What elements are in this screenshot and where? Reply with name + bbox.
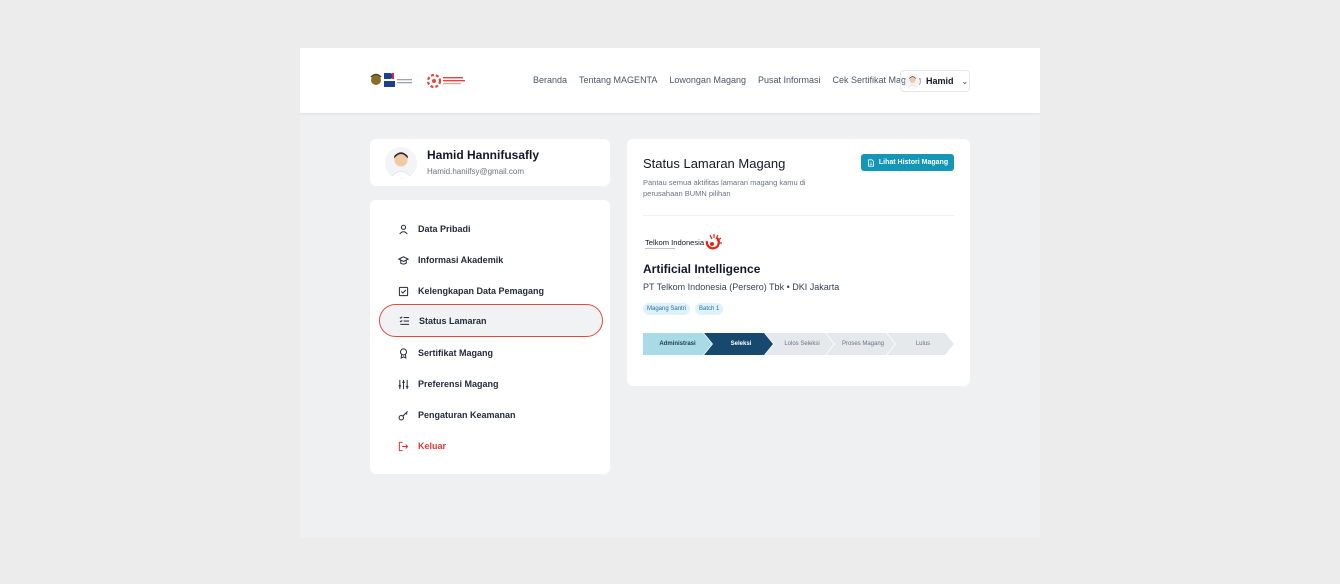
tag-program: Magang Santri [643,303,691,315]
sidebar-item-keluar[interactable]: Keluar [386,432,596,460]
sidebar-item-label: Data Pribadi [418,224,471,234]
sidebar-item-kelengkapan-data[interactable]: Kelengkapan Data Pemagang [386,277,596,305]
nav-link-lowongan-magang[interactable]: Lowongan Magang [669,75,746,85]
sidebar-menu: Data Pribadi Informasi Akademik Kelengka… [370,200,610,474]
step-lulus: Lulus [915,341,931,347]
divider [643,215,954,216]
company-location: PT Telkom Indonesia (Persero) Tbk • DKI … [643,282,840,292]
svg-text:Telkom Indonesia: Telkom Indonesia [645,238,705,247]
checkbox-icon [398,286,409,296]
status-lamaran-card: Status Lamaran Magang Pantau semua aktif… [627,139,970,386]
bumn-logo[interactable] [370,70,414,90]
award-icon [399,347,408,359]
step-seleksi: Seleksi [730,341,752,347]
top-navbar: Beranda Tentang MAGENTA Lowongan Magang … [300,48,1040,114]
sidebar-item-informasi-akademik[interactable]: Informasi Akademik [386,246,596,274]
user-name: Hamid [926,76,954,86]
nav-links: Beranda Tentang MAGENTA Lowongan Magang … [533,75,921,85]
sidebar-item-status-lamaran[interactable]: Status Lamaran [379,304,603,337]
job-title: Artificial Intelligence [643,262,761,276]
sidebar-item-label: Sertifikat Magang [418,348,494,358]
tag-batch: Batch 1 [695,303,724,315]
history-button-label: Lihat Histori Magang [878,159,949,166]
app-frame: Beranda Tentang MAGENTA Lowongan Magang … [300,48,1040,538]
tag-list: Magang Santri Batch 1 [643,303,724,315]
page-title: Status Lamaran Magang [643,156,786,171]
logout-icon [398,441,409,451]
profile-avatar [385,147,417,179]
document-icon [868,158,874,167]
status-stepper: Administrasi Seleksi Lolos Seleksi Prose… [643,333,954,355]
sidebar-item-label: Status Lamaran [419,315,487,326]
user-menu-dropdown[interactable]: Hamid ⌄ [900,70,970,92]
avatar [905,73,920,89]
step-proses-magang: Proses Magang [841,341,885,347]
sliders-icon [398,379,409,389]
sidebar-item-data-pribadi[interactable]: Data Pribadi [386,215,596,243]
sidebar-item-preferensi-magang[interactable]: Preferensi Magang [386,370,596,398]
chevron-down-icon: ⌄ [961,76,969,86]
sidebar-item-pengaturan-keamanan[interactable]: Pengaturan Keamanan [386,401,596,429]
sidebar-item-sertifikat-magang[interactable]: Sertifikat Magang [386,339,596,367]
list-check-icon [399,316,410,325]
user-icon [399,224,408,234]
profile-card: Hamid Hannifusafly Hamid.haniifsy@gmail.… [370,139,610,186]
step-administrasi: Administrasi [659,341,696,347]
sidebar-item-label: Kelengkapan Data Pemagang [418,286,545,296]
page-description: Pantau semua aktifitas lamaran magang ka… [643,178,806,198]
graduation-cap-icon [398,255,409,265]
sidebar-item-label: Preferensi Magang [418,379,499,389]
sidebar-item-label: Pengaturan Keamanan [418,410,516,420]
step-lolos-seleksi: Lolos Seleksi [784,341,820,347]
nav-link-beranda[interactable]: Beranda [533,75,567,85]
telkom-indonesia-logo: Telkom Indonesia [645,234,722,250]
key-icon [398,410,408,420]
sidebar-item-label: Informasi Akademik [418,255,504,265]
fhci-logo[interactable] [426,68,468,94]
history-button[interactable]: Lihat Histori Magang [861,154,954,171]
profile-name: Hamid Hannifusafly [427,148,540,162]
nav-link-tentang-magenta[interactable]: Tentang MAGENTA [579,75,657,85]
profile-email: Hamid.haniifsy@gmail.com [427,167,525,176]
sidebar-item-label: Keluar [418,441,447,451]
nav-link-pusat-informasi[interactable]: Pusat Informasi [758,75,821,85]
